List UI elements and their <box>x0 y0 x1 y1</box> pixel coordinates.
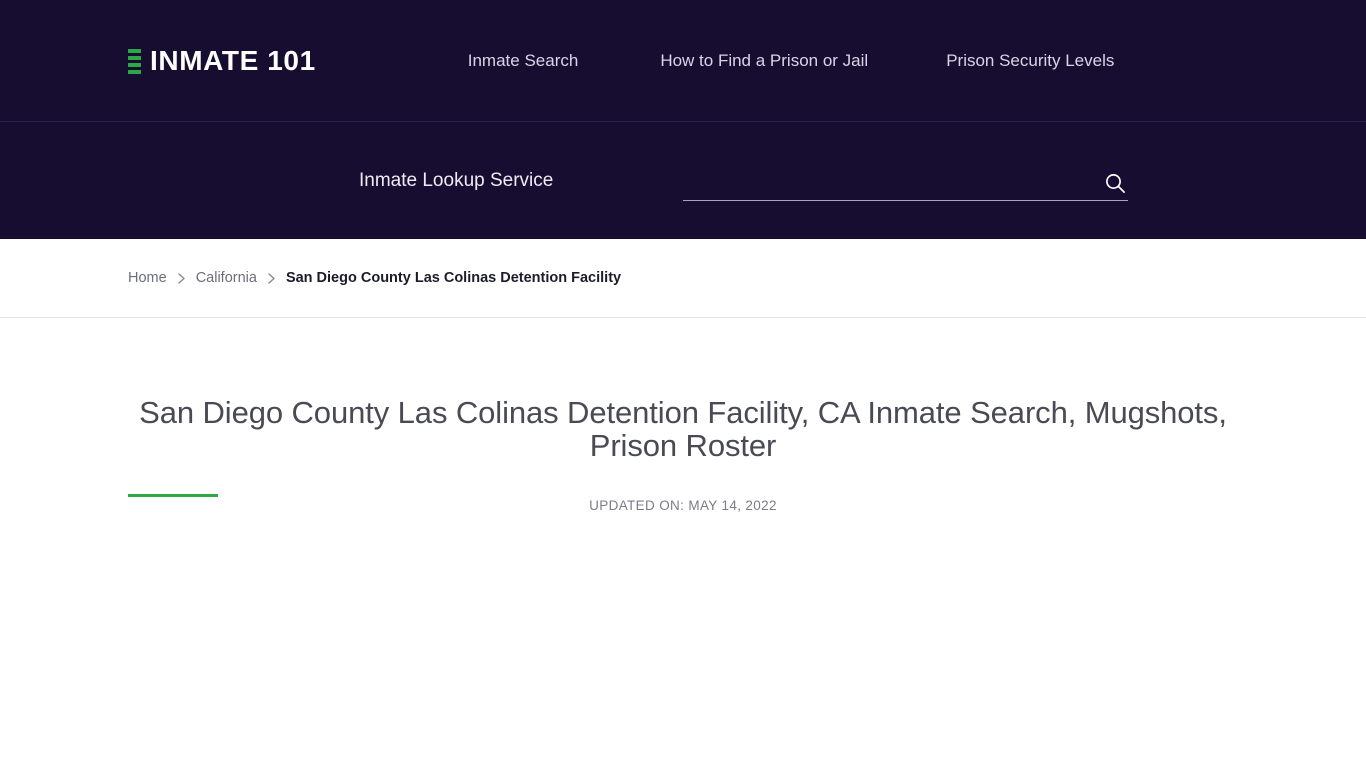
inmate-lookup-bar: Inmate Lookup Service <box>0 122 1366 239</box>
breadcrumb-bar: Home California San Diego County Las Col… <box>0 239 1366 318</box>
breadcrumb-item-california[interactable]: California <box>196 270 257 286</box>
page-title-block: San Diego County Las Colinas Detention F… <box>0 318 1366 513</box>
inmate-lookup-search-button[interactable] <box>1098 172 1128 200</box>
site-header: INMATE 101 Inmate Search How to Find a P… <box>0 0 1366 122</box>
search-icon <box>1106 173 1125 193</box>
brand-logo-link[interactable]: INMATE 101 <box>128 45 316 77</box>
inmate-lookup-label: Inmate Lookup Service <box>359 169 554 191</box>
title-accent-bar <box>128 494 218 497</box>
breadcrumb: Home California San Diego County Las Col… <box>128 270 621 286</box>
nav-item-prison-security-levels[interactable]: Prison Security Levels <box>946 43 1114 79</box>
nav-item-how-to-find-a-prison-or-jail[interactable]: How to Find a Prison or Jail <box>660 43 868 79</box>
page-title: San Diego County Las Colinas Detention F… <box>139 395 1227 464</box>
updated-on-text: UPDATED ON: MAY 14, 2022 <box>589 497 777 513</box>
breadcrumb-item-current: San Diego County Las Colinas Detention F… <box>285 270 622 286</box>
brand-name: INMATE 101 <box>150 45 316 76</box>
breadcrumb-item-home[interactable]: Home <box>128 270 167 286</box>
chevron-right-icon <box>176 272 187 285</box>
bars-logo-icon <box>128 48 141 74</box>
main-navigation: Inmate Search How to Find a Prison or Ja… <box>468 43 1115 79</box>
inmate-lookup-search-field[interactable] <box>683 161 1128 201</box>
chevron-right-icon <box>266 272 277 285</box>
main-content: San Diego County Las Colinas Detention F… <box>0 318 1366 513</box>
inmate-lookup-search-input[interactable] <box>683 167 1098 200</box>
nav-item-inmate-search[interactable]: Inmate Search <box>468 43 579 79</box>
